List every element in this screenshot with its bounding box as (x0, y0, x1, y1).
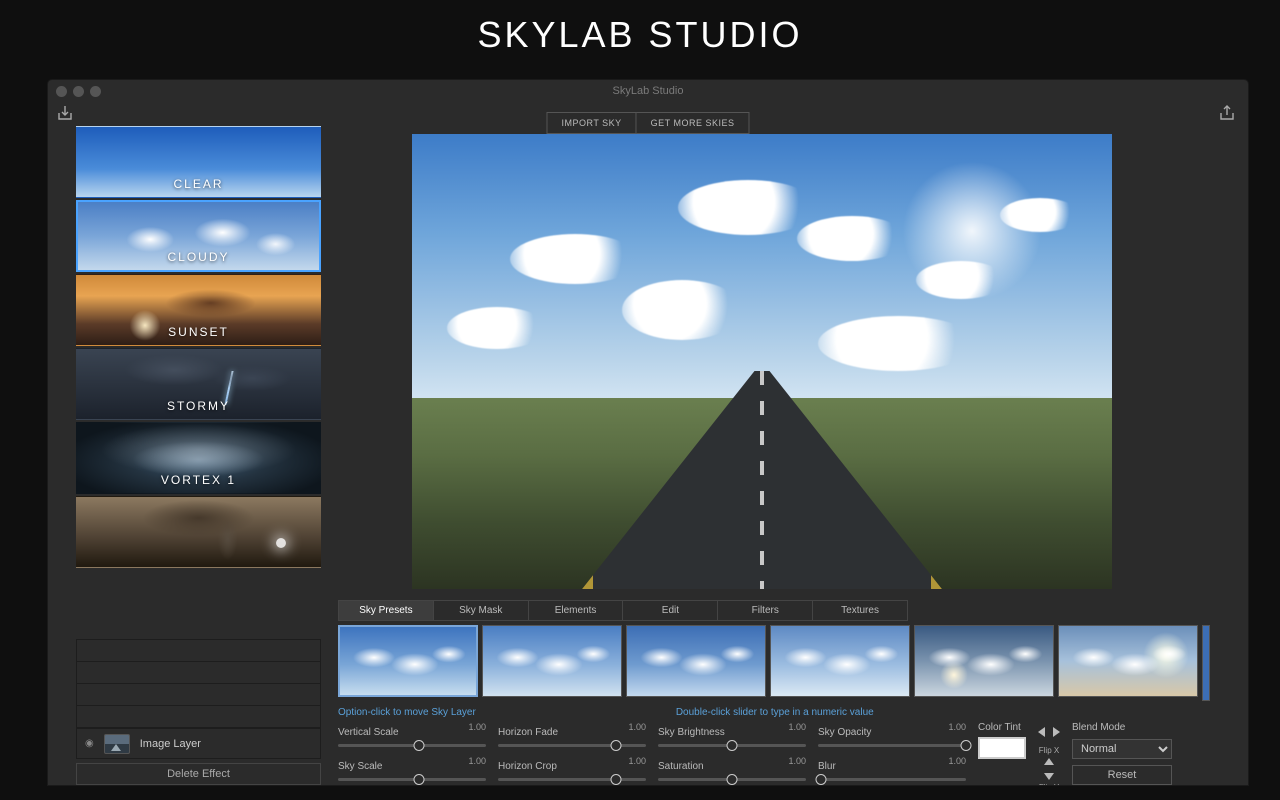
tab-textures[interactable]: Textures (813, 601, 907, 620)
slider-value: 1.00 (468, 722, 486, 732)
preset-thumbnail[interactable] (626, 625, 766, 697)
slider-value: 1.00 (468, 756, 486, 766)
bottom-panel: Sky Presets Sky Mask Elements Edit Filte… (338, 598, 1238, 785)
preview-canvas[interactable] (412, 134, 1112, 589)
preset-thumbnail[interactable] (770, 625, 910, 697)
slider-sky-brightness[interactable]: Sky Brightness 1.00 (658, 722, 806, 752)
blend-mode-select[interactable]: Normal (1072, 739, 1172, 759)
category-item[interactable] (76, 496, 321, 568)
flip-controls: Flip X Flip Y (1038, 722, 1060, 785)
tab-filters[interactable]: Filters (718, 601, 813, 620)
slider-label: Sky Brightness (658, 727, 725, 738)
delete-effect-button[interactable]: Delete Effect (76, 763, 321, 785)
slider-horizon-crop[interactable]: Horizon Crop 1.00 (498, 756, 646, 785)
category-label: CLOUDY (78, 250, 319, 264)
slider-value: 1.00 (788, 756, 806, 766)
visibility-icon[interactable]: ◉ (85, 738, 94, 749)
preset-strip[interactable] (338, 625, 1238, 701)
slider-label: Saturation (658, 761, 704, 772)
hint-double-click: Double-click slider to type in a numeric… (676, 707, 874, 718)
hint-move-layer: Option-click to move Sky Layer (338, 707, 476, 718)
category-clear[interactable]: CLEAR (76, 126, 321, 198)
slider-label: Horizon Crop (498, 761, 557, 772)
category-label: STORMY (77, 399, 320, 413)
color-tint-control: Color Tint (978, 722, 1026, 759)
app-window: SkyLab Studio IMPORT SKY GET MORE SKIES … (48, 80, 1248, 785)
cloud-icon (797, 216, 907, 261)
slider-vertical-scale[interactable]: Vertical Scale 1.00 (338, 722, 486, 752)
layer-row-image[interactable]: ◉ Image Layer (77, 728, 320, 758)
slider-saturation[interactable]: Saturation 1.00 (658, 756, 806, 785)
slider-label: Horizon Fade (498, 727, 558, 738)
category-stormy[interactable]: STORMY (76, 348, 321, 420)
cloud-icon (818, 316, 978, 371)
slider-label: Blur (818, 761, 836, 772)
slider-label: Sky Scale (338, 761, 382, 772)
layer-thumbnail-icon (104, 734, 130, 754)
preset-thumbnail[interactable] (1058, 625, 1198, 697)
cloud-icon (447, 307, 547, 349)
close-dot[interactable] (56, 86, 67, 97)
color-tint-label: Color Tint (978, 722, 1026, 733)
reset-button[interactable]: Reset (1072, 765, 1172, 785)
preset-thumbnail[interactable] (482, 625, 622, 697)
cloud-icon (510, 234, 640, 284)
get-more-skies-button[interactable]: GET MORE SKIES (637, 112, 750, 134)
slider-label: Sky Opacity (818, 727, 871, 738)
tab-edit[interactable]: Edit (623, 601, 718, 620)
slider-value: 1.00 (628, 756, 646, 766)
category-vortex-1[interactable]: VORTEX 1 (76, 422, 321, 494)
flip-y-label: Flip Y (1039, 783, 1059, 785)
category-label: VORTEX 1 (77, 473, 320, 487)
import-icon[interactable] (56, 104, 74, 122)
slider-value: 1.00 (628, 722, 646, 732)
blend-mode-label: Blend Mode (1072, 722, 1182, 733)
layer-slot[interactable] (77, 662, 320, 684)
category-label: SUNSET (77, 325, 320, 339)
tab-bar: Sky Presets Sky Mask Elements Edit Filte… (338, 600, 908, 621)
top-button-group: IMPORT SKY GET MORE SKIES (546, 112, 749, 134)
layer-panel: ◉ Image Layer Delete Effect (76, 639, 321, 785)
category-cloudy[interactable]: CLOUDY (76, 200, 321, 272)
preset-thumbnail-overflow[interactable] (1202, 625, 1210, 701)
flip-x-icon[interactable] (1038, 724, 1060, 740)
slider-value: 1.00 (948, 722, 966, 732)
slider-grid: Vertical Scale 1.00 Horizon Fade 1.00 Sk… (338, 722, 966, 785)
page-title: SKYLAB STUDIO (0, 0, 1280, 64)
tab-sky-mask[interactable]: Sky Mask (434, 601, 529, 620)
category-sunset[interactable]: SUNSET (76, 274, 321, 346)
slider-sky-scale[interactable]: Sky Scale 1.00 (338, 756, 486, 785)
color-tint-swatch[interactable] (978, 737, 1026, 759)
slider-blur[interactable]: Blur 1.00 (818, 756, 966, 785)
layer-slot[interactable] (77, 640, 320, 662)
cloud-icon (1000, 198, 1080, 232)
slider-sky-opacity[interactable]: Sky Opacity 1.00 (818, 722, 966, 752)
layer-slot[interactable] (77, 684, 320, 706)
layer-name: Image Layer (140, 738, 201, 750)
window-title: SkyLab Studio (613, 85, 684, 97)
category-list[interactable]: CLEAR CLOUDY SUNSET STORMY VORTEX 1 (76, 126, 321, 638)
cloud-icon (678, 180, 818, 235)
preset-thumbnail[interactable] (338, 625, 478, 697)
preset-thumbnail[interactable] (914, 625, 1054, 697)
cloud-icon (622, 280, 742, 340)
window-titlebar: SkyLab Studio (48, 80, 1248, 102)
share-icon[interactable] (1218, 104, 1236, 122)
slider-label: Vertical Scale (338, 727, 399, 738)
category-label: CLEAR (77, 177, 320, 191)
tab-sky-presets[interactable]: Sky Presets (339, 601, 434, 620)
flip-x-label: Flip X (1039, 746, 1059, 755)
slider-horizon-fade[interactable]: Horizon Fade 1.00 (498, 722, 646, 752)
category-sidebar: CLEAR CLOUDY SUNSET STORMY VORTEX 1 (76, 126, 321, 638)
zoom-dot[interactable] (90, 86, 101, 97)
tab-elements[interactable]: Elements (529, 601, 624, 620)
layer-slot[interactable] (77, 706, 320, 728)
slider-value: 1.00 (788, 722, 806, 732)
traffic-lights[interactable] (56, 86, 101, 97)
flip-y-icon[interactable] (1041, 758, 1057, 780)
import-sky-button[interactable]: IMPORT SKY (546, 112, 636, 134)
minimize-dot[interactable] (73, 86, 84, 97)
slider-value: 1.00 (948, 756, 966, 766)
